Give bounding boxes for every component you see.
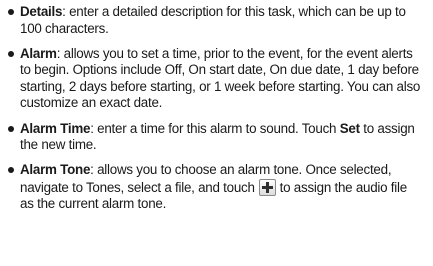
- item-description: : allows you to set a time, prior to the…: [20, 45, 421, 111]
- manual-page: Details: enter a detailed description fo…: [0, 0, 433, 266]
- item-term: Alarm: [20, 45, 57, 61]
- bullet-icon: [8, 125, 14, 132]
- item-term: Details: [20, 4, 63, 19]
- list-item-alarm-tone: Alarm Tone: allows you to choose an alar…: [4, 162, 423, 213]
- set-keyword: Set: [339, 120, 360, 136]
- list-item-details: Details: enter a detailed description fo…: [4, 4, 423, 37]
- bullet-icon: [8, 50, 14, 57]
- bullet-icon: [8, 9, 14, 15]
- item-description: : enter a detailed description for this …: [20, 4, 406, 36]
- item-description: : enter a time for this alarm to sound. …: [90, 120, 340, 136]
- item-term: Alarm Tone: [20, 162, 91, 178]
- list-item-alarm-time: Alarm Time: enter a time for this alarm …: [4, 121, 423, 154]
- settings-bullet-list: Details: enter a detailed description fo…: [4, 4, 423, 213]
- bullet-icon: [8, 167, 14, 174]
- add-icon: [258, 178, 276, 196]
- item-term: Alarm Time: [20, 120, 91, 136]
- list-item-alarm: Alarm: allows you to set a time, prior t…: [4, 46, 423, 112]
